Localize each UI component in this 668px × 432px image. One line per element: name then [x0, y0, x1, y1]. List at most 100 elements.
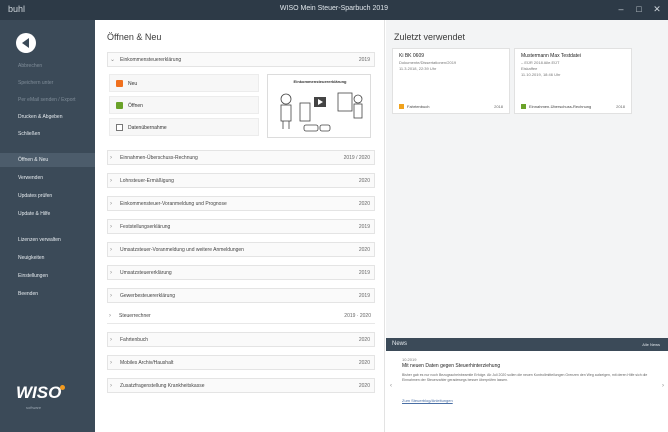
row-label: Einkommensteuer-Voranmeldung und Prognos… — [120, 201, 227, 207]
new-document-icon — [116, 80, 123, 87]
file-date: 11.3.2018, 22:39 Uhr — [399, 66, 437, 71]
row-year: 2020 — [358, 247, 370, 253]
chevron-right-icon[interactable]: › — [662, 383, 664, 389]
category-row[interactable]: › Umsatzsteuererklärung 2019 — [107, 265, 375, 280]
row-label: Einnahmen-Überschuss-Rechnung — [120, 155, 198, 161]
category-row[interactable]: › Zusatzfragenstellung Krankheitskasse 2… — [107, 378, 375, 393]
row-year: 2020 — [358, 383, 370, 389]
category-row-einkommensteuer[interactable]: ⌄ Einkommensteuererklärung 2019 — [107, 52, 375, 67]
row-year: 2019 — [358, 270, 370, 276]
open-folder-icon — [116, 102, 123, 109]
news-date: 10.2019 — [402, 357, 417, 362]
chevron-right-icon: › — [110, 360, 112, 366]
file-path: Dokumente/Dissertationen/2019 — [399, 60, 457, 65]
row-label: Fahrtenbuch — [120, 337, 149, 343]
row-year: 2019 / 2020 — [343, 155, 370, 161]
back-arrow-icon[interactable] — [16, 33, 36, 53]
sidebar-item-drucken[interactable]: Drucken & Abgeben — [0, 110, 95, 124]
open-button[interactable]: Öffnen — [109, 96, 259, 114]
logo-subtitle: software — [26, 405, 42, 410]
sidebar-item-beenden[interactable]: Beenden — [0, 287, 95, 301]
sidebar-item-schliessen[interactable]: Schließen — [0, 127, 95, 141]
chevron-right-icon: › — [110, 178, 112, 184]
category-row[interactable]: › Fahrtenbuch 2020 — [107, 332, 375, 347]
logo-dot-icon — [60, 385, 65, 390]
row-label: Umsatzsteuererklärung — [120, 270, 172, 276]
new-label: Neu — [128, 81, 138, 87]
sidebar-item-einstellungen[interactable]: Einstellungen — [0, 269, 95, 283]
file-date: 11.10.2019, 18:46 Uhr — [521, 72, 561, 77]
chevron-left-icon[interactable]: ‹ — [390, 383, 392, 389]
news-header: News Alle News — [386, 338, 668, 351]
sidebar-item-email-export[interactable]: Per eMail senden / Export — [0, 93, 95, 107]
data-import-label: Datenübernahme — [128, 125, 167, 131]
news-headline[interactable]: Mit neuen Daten gegen Steuerhinterziehun… — [402, 363, 500, 369]
file-type-label: Fahrtenbuch — [407, 103, 430, 109]
recent-title: Zuletzt verwendet — [394, 32, 466, 42]
recent-file-card[interactable]: Ki BK 0609 Dokumente/Dissertationen/2019… — [392, 48, 510, 114]
minimize-button[interactable]: – — [614, 3, 628, 16]
logbook-icon — [399, 104, 404, 109]
title-bar: buhl WISO Mein Steuer-Sparbuch 2019 – □ … — [0, 0, 668, 20]
file-folder: Eiskaffee — [521, 66, 538, 71]
sidebar-item-abbrechen[interactable]: Abbrechen — [0, 59, 95, 73]
all-news-link[interactable]: Alle News — [642, 342, 660, 347]
data-import-button[interactable]: Datenübernahme — [109, 118, 259, 136]
news-panel: News Alle News ‹ › 10.2019 Mit neuen Dat… — [386, 338, 668, 432]
row-label: Umsatzsteuer-Voranmeldung und weitere An… — [120, 247, 244, 253]
chevron-right-icon: › — [110, 247, 112, 253]
category-row[interactable]: › Einnahmen-Überschuss-Rechnung 2019 / 2… — [107, 150, 375, 165]
sidebar-item-neuigkeiten[interactable]: Neuigkeiten — [0, 251, 95, 265]
file-name: Mustermann Max Testdatei — [521, 53, 581, 59]
row-year: 2019 — [358, 57, 370, 63]
sidebar: Abbrechen Speichern unter Per eMail send… — [0, 20, 95, 432]
category-row[interactable]: › Mobiles Archiv/Haushalt 2020 — [107, 355, 375, 370]
news-body: Bisher gab es nur noch Bezugsscheinbeamt… — [402, 373, 648, 382]
category-row[interactable]: › Lohnsteuer-Ermäßigung 2020 — [107, 173, 375, 188]
chevron-right-icon: › — [110, 224, 112, 230]
chevron-right-icon: › — [110, 337, 112, 343]
recent-panel: Zuletzt verwendet Ki BK 0609 Dokumente/D… — [386, 20, 668, 432]
sidebar-item-label: Neuigkeiten — [18, 255, 45, 261]
sidebar-item-hilfe[interactable]: Update & Hilfe — [0, 207, 95, 221]
sidebar-item-label: Verwenden — [18, 175, 44, 181]
row-label: Lohnsteuer-Ermäßigung — [120, 178, 174, 184]
chevron-down-icon: ⌄ — [110, 57, 116, 63]
file-year: 2018 — [616, 104, 625, 109]
category-row[interactable]: › Gewerbesteuererklärung 2019 — [107, 288, 375, 303]
row-year: 2019 — [358, 293, 370, 299]
sidebar-item-updates[interactable]: Updates prüfen — [0, 189, 95, 203]
category-row[interactable]: › Feststellungserklärung 2019 — [107, 219, 375, 234]
row-label: Feststellungserklärung — [120, 224, 171, 230]
sidebar-item-label: Schließen — [18, 131, 41, 137]
wiso-logo: WISO — [16, 383, 62, 402]
close-button[interactable]: ✕ — [650, 3, 664, 16]
news-more-link[interactable]: Zum Steuerblog/Anleitungen — [402, 398, 453, 403]
sidebar-item-verwenden[interactable]: Verwenden — [0, 171, 95, 185]
sidebar-item-oeffnen-neu[interactable]: Öffnen & Neu — [0, 153, 95, 167]
chevron-right-icon: › — [110, 293, 112, 299]
sidebar-item-label: Update & Hilfe — [18, 211, 51, 217]
data-import-icon — [116, 124, 123, 131]
row-year: 2020 — [358, 360, 370, 366]
sidebar-item-label: Öffnen & Neu — [18, 157, 49, 163]
category-row[interactable]: › Steuerrechner 2019 · 2020 — [107, 309, 375, 324]
new-button[interactable]: Neu — [109, 74, 259, 92]
sidebar-item-label: Per eMail senden / Export — [18, 97, 76, 103]
maximize-button[interactable]: □ — [632, 3, 646, 16]
recent-file-card[interactable]: Mustermann Max Testdatei – EÜR 2018 Alle… — [514, 48, 632, 114]
tax-illustration-icon — [280, 92, 363, 132]
file-path: – EÜR 2018 Alle.EÜT — [521, 60, 560, 65]
sidebar-item-speichern-unter[interactable]: Speichern unter — [0, 76, 95, 90]
chevron-right-icon: › — [110, 270, 112, 276]
row-year: 2020 — [358, 337, 370, 343]
open-label: Öffnen — [128, 103, 143, 109]
category-row[interactable]: › Einkommensteuer-Voranmeldung und Progn… — [107, 196, 375, 211]
file-type: Einnahmen-Überschuss-Rechnung — [521, 104, 591, 109]
row-label: Mobiles Archiv/Haushalt — [120, 360, 174, 366]
sidebar-item-lizenzen[interactable]: Lizenzen verwalten — [0, 233, 95, 247]
file-year: 2018 — [494, 104, 503, 109]
new-open-panel: Neu Öffnen Datenübernahme Einkommensteue… — [107, 72, 375, 157]
news-title: News — [392, 341, 408, 347]
category-row[interactable]: › Umsatzsteuer-Voranmeldung und weitere … — [107, 242, 375, 257]
